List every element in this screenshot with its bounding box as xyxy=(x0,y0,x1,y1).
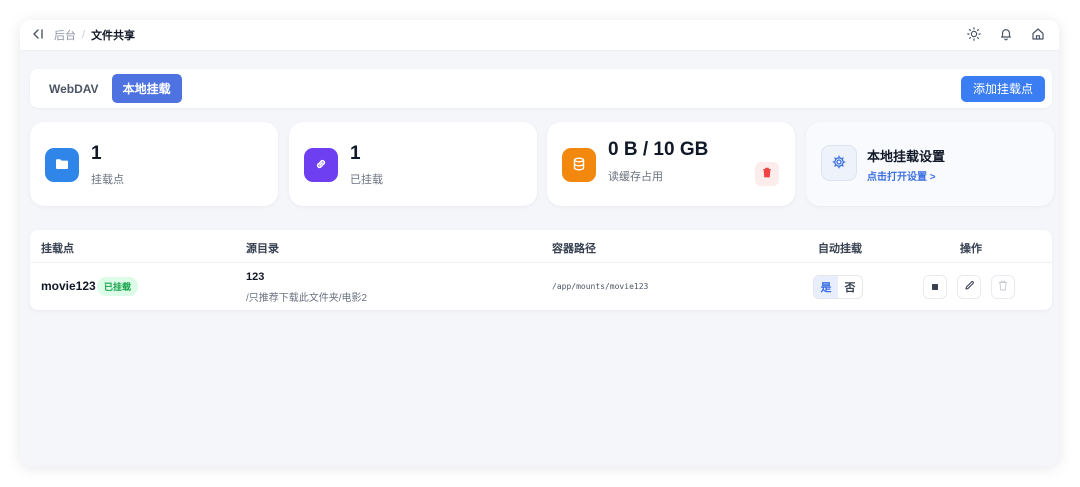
stat-value: 1 xyxy=(91,143,102,164)
stat-icon-badge xyxy=(562,148,596,182)
breadcrumb: 后台 / 文件共享 xyxy=(54,27,135,43)
auto-mount-toggle: 是 否 xyxy=(813,275,863,299)
breadcrumb-parent[interactable]: 后台 xyxy=(54,27,76,43)
tab-webdav[interactable]: WebDAV xyxy=(42,77,106,101)
tab-local-mount[interactable]: 本地挂载 xyxy=(111,74,182,103)
pencil-icon xyxy=(964,280,975,294)
home-icon xyxy=(1031,27,1045,44)
settings-icon-button[interactable] xyxy=(821,145,857,181)
clear-cache-button[interactable] xyxy=(755,162,779,186)
delete-button[interactable] xyxy=(991,275,1015,299)
stat-card-mount-points: 1 挂载点 xyxy=(30,122,278,206)
folder-icon xyxy=(55,158,69,173)
trash-icon xyxy=(762,167,772,181)
stop-button[interactable] xyxy=(923,275,947,299)
sidebar-collapse-button[interactable] xyxy=(29,25,49,45)
mount-table: 挂载点 源目录 容器路径 自动挂载 操作 movie123 已挂载 123 /只… xyxy=(30,230,1052,310)
stat-card-read-cache: 0 B / 10 GB 读缓存占用 xyxy=(547,122,795,206)
stat-label: 已挂载 xyxy=(350,174,383,186)
sun-icon xyxy=(967,26,981,44)
source-path: /只推荐下载此文件夹/电影2 xyxy=(246,293,368,304)
top-bar: 后台 / 文件共享 xyxy=(20,20,1059,51)
stop-icon xyxy=(931,280,939,294)
add-mount-button[interactable]: 添加挂载点 xyxy=(960,75,1045,102)
sidebar-collapse-icon xyxy=(33,28,45,42)
edit-button[interactable] xyxy=(957,275,981,299)
header-divider xyxy=(30,262,1052,263)
column-header-auto-mount: 自动挂载 xyxy=(818,243,862,255)
bell-icon xyxy=(999,27,1013,44)
stat-icon-badge xyxy=(45,148,79,182)
breadcrumb-current: 文件共享 xyxy=(91,30,136,42)
settings-title: 本地挂载设置 xyxy=(867,149,946,164)
auto-mount-no[interactable]: 否 xyxy=(838,276,862,298)
stat-card-mounted: 1 已挂载 xyxy=(289,122,537,206)
theme-toggle-button[interactable] xyxy=(965,26,983,44)
app-window: 后台 / 文件共享 WebDAV 本地挂载 添加挂载点 1 挂载点 1 已挂载 … xyxy=(20,20,1059,466)
settings-card[interactable]: 本地挂载设置 点击打开设置 > xyxy=(806,122,1054,206)
column-header-actions: 操作 xyxy=(960,243,982,255)
breadcrumb-separator: / xyxy=(82,29,86,41)
open-settings-link[interactable]: 点击打开设置 > xyxy=(867,168,936,183)
database-icon xyxy=(573,157,585,174)
stat-label: 读缓存占用 xyxy=(608,171,663,183)
stat-icon-badge xyxy=(304,148,338,182)
link-icon xyxy=(314,157,328,174)
trash-icon xyxy=(998,280,1008,294)
status-badge: 已挂载 xyxy=(97,277,139,296)
container-path: /app/mounts/movie123 xyxy=(552,282,649,291)
stat-value: 0 B / 10 GB xyxy=(608,139,709,160)
stat-value: 1 xyxy=(350,143,361,164)
home-button[interactable] xyxy=(1029,26,1047,44)
gear-icon xyxy=(832,155,846,172)
notifications-button[interactable] xyxy=(997,26,1015,44)
column-header-source: 源目录 xyxy=(246,243,279,255)
column-header-mount: 挂载点 xyxy=(41,243,74,255)
topbar-actions xyxy=(965,26,1047,44)
tab-bar: WebDAV 本地挂载 添加挂载点 xyxy=(30,69,1052,108)
auto-mount-yes[interactable]: 是 xyxy=(814,276,838,298)
source-title: 123 xyxy=(246,271,265,283)
column-header-container: 容器路径 xyxy=(552,243,596,255)
mount-name: movie123 xyxy=(41,279,96,293)
stat-label: 挂载点 xyxy=(91,174,124,186)
